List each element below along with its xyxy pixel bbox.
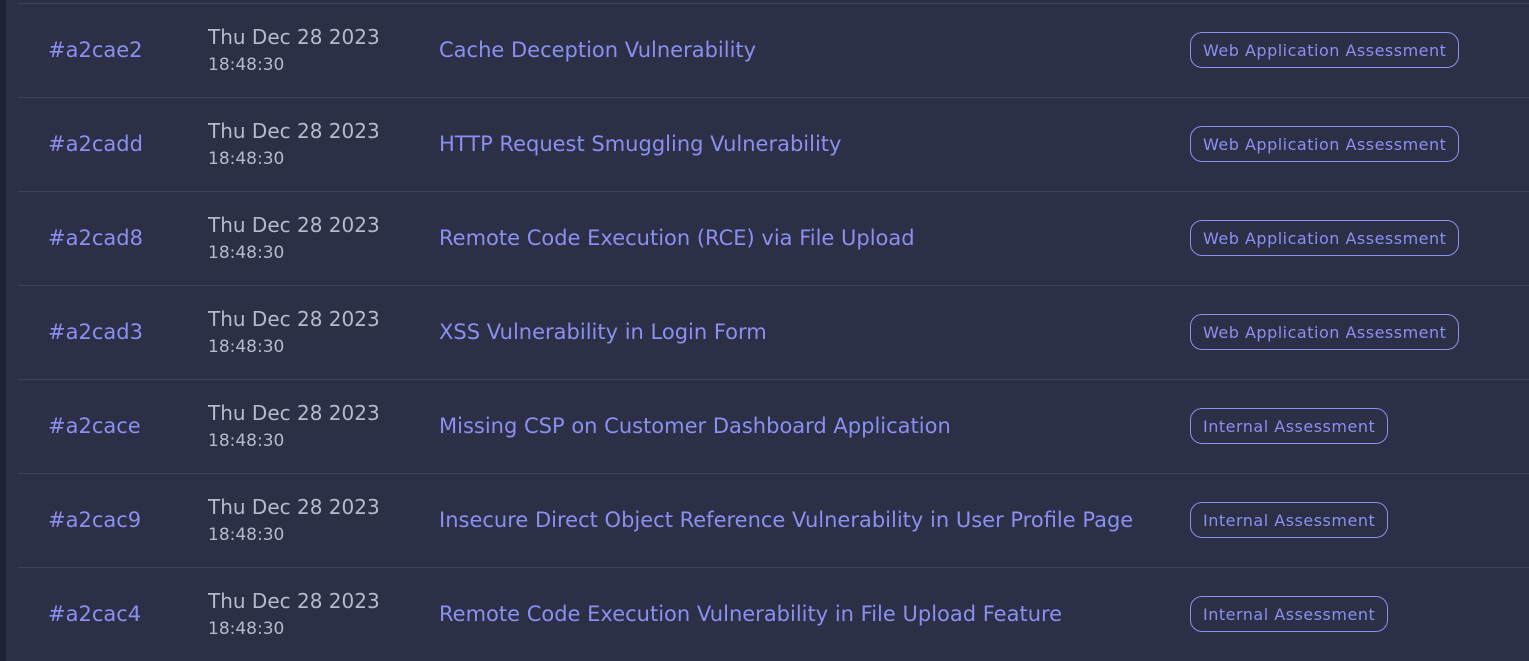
finding-datetime: Thu Dec 28 2023 18:48:30: [208, 400, 380, 454]
table-row[interactable]: #a2cadd Thu Dec 28 2023 18:48:30 HTTP Re…: [18, 98, 1529, 192]
finding-id[interactable]: #a2cac4: [48, 568, 141, 661]
assessment-tag[interactable]: Web Application Assessment: [1190, 220, 1460, 256]
finding-title-link[interactable]: Cache Deception Vulnerability: [439, 4, 756, 97]
finding-time: 18:48:30: [208, 149, 285, 169]
finding-id[interactable]: #a2cadd: [48, 98, 143, 191]
table-row[interactable]: #a2cac9 Thu Dec 28 2023 18:48:30 Insecur…: [18, 474, 1529, 568]
table-row[interactable]: #a2cae2 Thu Dec 28 2023 18:48:30 Cache D…: [18, 4, 1529, 98]
finding-title-link[interactable]: HTTP Request Smuggling Vulnerability: [439, 98, 841, 191]
left-rail: [0, 0, 6, 661]
finding-id[interactable]: #a2cace: [48, 380, 141, 473]
findings-view: #a2cae2 Thu Dec 28 2023 18:48:30 Cache D…: [0, 0, 1529, 661]
table-row[interactable]: #a2cac4 Thu Dec 28 2023 18:48:30 Remote …: [18, 568, 1529, 661]
finding-id[interactable]: #a2cad8: [48, 192, 143, 285]
finding-title-link[interactable]: Remote Code Execution Vulnerability in F…: [439, 568, 1062, 661]
finding-title-link[interactable]: XSS Vulnerability in Login Form: [439, 286, 767, 379]
assessment-tag[interactable]: Internal Assessment: [1190, 596, 1389, 632]
finding-title-link[interactable]: Missing CSP on Customer Dashboard Applic…: [439, 380, 951, 473]
finding-date: Thu Dec 28 2023: [208, 307, 380, 331]
finding-datetime: Thu Dec 28 2023 18:48:30: [208, 118, 380, 172]
finding-time: 18:48:30: [208, 431, 285, 451]
assessment-tag[interactable]: Web Application Assessment: [1190, 314, 1460, 350]
finding-id[interactable]: #a2cac9: [48, 474, 141, 567]
finding-datetime: Thu Dec 28 2023 18:48:30: [208, 494, 380, 548]
finding-time: 18:48:30: [208, 525, 285, 545]
finding-title-link[interactable]: Insecure Direct Object Reference Vulnera…: [439, 474, 1133, 567]
finding-time: 18:48:30: [208, 337, 285, 357]
finding-datetime: Thu Dec 28 2023 18:48:30: [208, 306, 380, 360]
finding-date: Thu Dec 28 2023: [208, 213, 380, 237]
table-row[interactable]: #a2cad8 Thu Dec 28 2023 18:48:30 Remote …: [18, 192, 1529, 286]
finding-time: 18:48:30: [208, 55, 285, 75]
finding-id[interactable]: #a2cae2: [48, 4, 143, 97]
finding-date: Thu Dec 28 2023: [208, 589, 380, 613]
finding-date: Thu Dec 28 2023: [208, 119, 380, 143]
finding-datetime: Thu Dec 28 2023 18:48:30: [208, 588, 380, 642]
assessment-tag[interactable]: Web Application Assessment: [1190, 32, 1460, 68]
table-row[interactable]: #a2cad3 Thu Dec 28 2023 18:48:30 XSS Vul…: [18, 286, 1529, 380]
finding-title-link[interactable]: Remote Code Execution (RCE) via File Upl…: [439, 192, 915, 285]
findings-table: #a2cae2 Thu Dec 28 2023 18:48:30 Cache D…: [18, 3, 1529, 661]
finding-datetime: Thu Dec 28 2023 18:48:30: [208, 212, 380, 266]
finding-date: Thu Dec 28 2023: [208, 401, 380, 425]
table-row[interactable]: #a2cace Thu Dec 28 2023 18:48:30 Missing…: [18, 380, 1529, 474]
finding-id[interactable]: #a2cad3: [48, 286, 143, 379]
finding-date: Thu Dec 28 2023: [208, 495, 380, 519]
finding-time: 18:48:30: [208, 619, 285, 639]
assessment-tag[interactable]: Web Application Assessment: [1190, 126, 1460, 162]
assessment-tag[interactable]: Internal Assessment: [1190, 408, 1389, 444]
finding-time: 18:48:30: [208, 243, 285, 263]
finding-date: Thu Dec 28 2023: [208, 25, 380, 49]
finding-datetime: Thu Dec 28 2023 18:48:30: [208, 24, 380, 78]
assessment-tag[interactable]: Internal Assessment: [1190, 502, 1389, 538]
